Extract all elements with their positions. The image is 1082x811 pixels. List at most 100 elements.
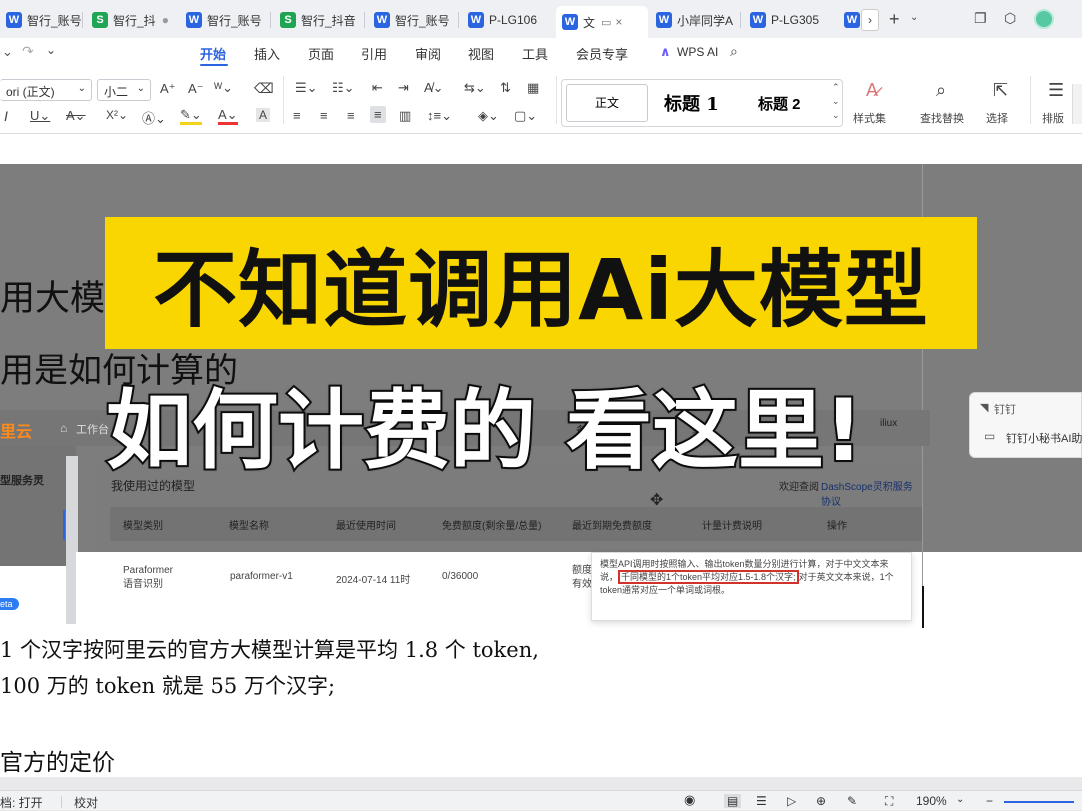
eye-protection-icon[interactable]: ◉ [684,792,695,808]
cube-icon[interactable]: ⬡ [1004,10,1016,27]
document-tab[interactable]: S 智行_抖 ● [86,7,172,33]
menu-wps-ai[interactable]: WPS AI [677,45,718,59]
play-icon[interactable]: ▷ [787,794,796,808]
style-normal[interactable]: 正文 [566,84,648,122]
new-tab-plus-icon[interactable]: + [889,9,900,30]
redo-icon[interactable]: ↷ [22,43,34,60]
page-view-icon[interactable]: ▤ [724,794,742,808]
pricing-tooltip: 模型API调用时按照输入、输出token数量分别进行计算，对于中文文本来说， 千同… [591,552,912,621]
divider [1030,76,1031,124]
document-tab[interactable]: W 智行_账号 [368,7,456,33]
style-more-icon[interactable]: ⌄ [832,110,840,121]
chevron-down-icon[interactable]: ⌄ [46,43,56,57]
menu-review[interactable]: 审阅 [415,44,441,63]
zoom-level[interactable]: 190% [916,794,947,808]
char-shading-icon[interactable]: A [256,108,271,122]
redo-arrow-icon[interactable]: ⌄ [2,44,13,60]
find-replace-button[interactable]: 查找替换 [920,110,964,126]
text-direction-icon[interactable]: A̸⌄ [424,80,444,96]
style-heading-2[interactable]: 标题 2 [758,93,801,114]
ribbon-scroll[interactable] [1072,84,1082,124]
bullet-list-icon[interactable]: ☰⌄ [295,80,318,96]
word-doc-icon: W [6,12,22,28]
font-name-select[interactable]: ori (正文) ⌄ [0,79,92,101]
distributed-icon[interactable]: ▥ [399,108,411,124]
font-size-select[interactable]: 小二 ⌄ [97,79,151,101]
menu-member[interactable]: 会员专享 [576,44,628,63]
layout-button[interactable]: 排版 [1042,110,1064,126]
highlight-icon[interactable]: ✎⌄ [180,108,202,125]
superscript-icon[interactable]: X²⌄ [106,108,128,122]
select-cursor-icon[interactable]: ⇱ [993,80,1008,101]
table-icon[interactable]: ▦ [527,80,539,96]
numbered-list-icon[interactable]: ☷⌄ [332,80,355,96]
select-button[interactable]: 选择 [986,110,1008,126]
avatar[interactable] [1034,9,1054,29]
zoom-dropdown-icon[interactable]: ⌄ [956,794,964,805]
underline-icon[interactable]: U⌄ [30,108,50,124]
layout-icon[interactable]: ☰ [1048,80,1064,101]
align-left-icon[interactable]: ≡ [293,108,301,123]
font-color-icon[interactable]: A⌄ [218,108,238,125]
style-scroll-down-icon[interactable]: ⌄ [832,96,840,107]
menu-home[interactable]: 开始 [200,44,226,63]
document-tab[interactable]: W 智行_账号 [180,7,268,33]
scroll-tabs-right-icon[interactable]: › [861,9,879,31]
overlay-title-line-2: 如何计费的 看这里! [104,379,865,483]
document-tab[interactable]: W 智行_账号 [0,7,82,33]
menu-references[interactable]: 引用 [361,44,387,63]
menu-view[interactable]: 视图 [468,44,494,63]
border-icon[interactable]: ▢⌄ [514,108,537,124]
justify-icon[interactable]: ≡ [370,106,386,123]
dingtalk-assistant[interactable]: 钉钉小秘书AI助 [1006,430,1082,446]
zoom-slider[interactable] [1004,801,1074,803]
style-set-icon[interactable]: A̷ [866,80,878,101]
style-heading-1[interactable]: 标题 1 [664,90,719,116]
decrease-font-icon[interactable]: A⁻ [188,81,204,97]
close-tab-icon[interactable]: × [615,15,622,29]
window-restore-icon[interactable]: ❐ [974,10,987,27]
console-workspace[interactable]: 工作台 [76,421,109,437]
line-spacing-icon[interactable]: ↕≡⌄ [427,108,452,124]
style-scroll-up-icon[interactable]: ⌃ [832,82,840,93]
style-set-button[interactable]: 样式集 [853,110,886,126]
fit-page-icon[interactable]: ⛶ [885,794,893,809]
word-doc-icon: W [374,12,390,28]
pen-icon[interactable]: ✎ [847,794,857,808]
document-tab[interactable]: W [838,7,860,33]
find-replace-icon[interactable]: ⌕ [936,80,946,101]
menu-page[interactable]: 页面 [308,44,334,63]
home-icon: ⌂ [60,421,68,435]
doc-status[interactable]: 档: 打开 [0,794,43,811]
document-tab[interactable]: W 小岸同学A [650,7,738,33]
outline-view-icon[interactable]: ☰ [756,794,767,808]
phonetic-guide-icon[interactable]: ᵂ⌄ [214,80,233,96]
cell-last-used: 2024-07-14 11时 [336,575,411,586]
menu-tools[interactable]: 工具 [522,44,548,63]
active-document-tab[interactable]: W 文 ▭ × [556,6,648,38]
chevron-down-icon[interactable]: ⌄ [910,12,918,23]
proofread-button[interactable]: 校对 [74,794,98,811]
align-center-icon[interactable]: ≡ [320,108,328,123]
web-view-icon[interactable]: ⊕ [816,794,826,808]
search-icon[interactable]: ⌕ [730,43,738,60]
style-gallery: 正文 标题 1 标题 2 ⌃ ⌄ ⌄ [561,79,843,127]
italic-icon[interactable]: I [4,108,8,124]
menu-insert[interactable]: 插入 [254,44,280,63]
increase-font-icon[interactable]: A⁺ [160,81,176,97]
shading-icon[interactable]: ◈⌄ [478,108,499,124]
document-tab[interactable]: W P-LG305 [744,7,834,33]
text-effect-icon[interactable]: Ⓐ⌄ [142,108,166,127]
zoom-out-icon[interactable]: − [986,794,993,808]
increase-indent-icon[interactable]: ⇥ [398,80,409,96]
sheet-doc-icon: S [280,12,296,28]
align-right-icon[interactable]: ≡ [347,108,355,123]
word-doc-icon: W [750,12,766,28]
clear-format-icon[interactable]: ⌫ [254,80,274,97]
document-tab[interactable]: W P-LG106 [462,7,550,33]
line-break-icon[interactable]: ⇆⌄ [464,80,486,96]
sort-icon[interactable]: ⇅ [500,80,511,96]
document-tab[interactable]: S 智行_抖音 [274,7,362,33]
strikethrough-icon[interactable]: A⌄ [66,108,86,124]
decrease-indent-icon[interactable]: ⇤ [372,80,383,96]
